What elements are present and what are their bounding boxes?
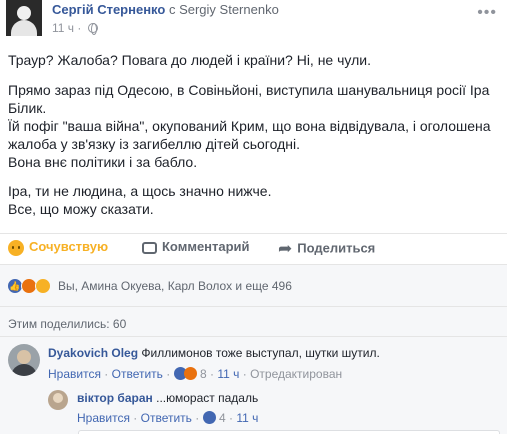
post-line: Білик.	[8, 100, 47, 116]
comment-author-name[interactable]: Dyakovich Oleg	[48, 346, 138, 360]
post-paragraph-3: Іра, ти не людина, а щось значно нижче. …	[8, 182, 498, 218]
comment-label: Комментарий	[162, 239, 250, 254]
sympathy-label: Сочувствую	[29, 239, 109, 254]
post-line: Прямо зараз під Одесою, в Совіньйоні, ви…	[8, 82, 490, 98]
reactions-summary: 👍 Вы, Амина Окуева, Карл Волох и еще 496	[0, 264, 507, 306]
author-connector: с	[168, 2, 176, 17]
tagged-person[interactable]: Sergiy Sternenko	[179, 2, 279, 17]
post-meta: 11 ч ·	[52, 21, 98, 35]
post-time[interactable]: 11 ч	[52, 21, 74, 35]
post-line: Вона внє політики і за бабло.	[8, 154, 198, 170]
sad-reaction-icon[interactable]	[35, 278, 51, 294]
comment-reaction-count[interactable]: 8	[200, 367, 207, 381]
author-line: Сергій Стерненко с Sergiy Sternenko	[52, 2, 279, 17]
more-options-icon[interactable]: •••	[477, 4, 497, 22]
comments-section: Dyakovich Oleg Филлимонов тоже выступал,…	[0, 336, 507, 434]
reply-like-link[interactable]: Нравится	[77, 411, 130, 425]
author-name[interactable]: Сергій Стерненко	[52, 2, 165, 17]
reply-input-field[interactable]	[78, 430, 500, 434]
comment-reply-link[interactable]: Ответить	[112, 367, 163, 381]
post-line: Іра, ти не людина, а щось значно нижче.	[8, 183, 272, 199]
reply-body: віктор баран ...юмораст падаль	[77, 391, 258, 405]
share-arrow-icon: ➦	[278, 239, 293, 258]
reply-text: ...юмораст падаль	[156, 391, 259, 405]
like-reaction-icon	[202, 411, 216, 424]
shares-summary: Этим поделились: 60	[0, 306, 507, 336]
share-button[interactable]: ➦ Поделиться	[278, 239, 375, 259]
sympathy-button[interactable]: Сочувствую	[8, 239, 108, 256]
comment-author-avatar[interactable]	[8, 344, 40, 376]
reply-actions: Нравится · Ответить · 4 · 11 ч	[77, 411, 259, 425]
comment-body: Dyakovich Oleg Филлимонов тоже выступал,…	[48, 346, 380, 360]
post-header: Сергій Стерненко с Sergiy Sternenko 11 ч…	[0, 0, 507, 40]
comment-text: Филлимонов тоже выступал, шутки шутил.	[141, 346, 380, 360]
post-paragraph-2: Прямо зараз під Одесою, в Совіньйоні, ви…	[8, 81, 498, 171]
post-paragraph-1: Траур? Жалоба? Повага до людей і країни?…	[8, 51, 498, 69]
reply-time[interactable]: 11 ч	[236, 411, 258, 425]
reactors-list[interactable]: Вы, Амина Окуева, Карл Волох и еще 496	[58, 279, 292, 293]
shares-count[interactable]: Этим поделились: 60	[8, 317, 126, 331]
angry-reaction-icon	[183, 367, 197, 380]
reply-author-avatar[interactable]	[48, 390, 68, 410]
reply-reply-link[interactable]: Ответить	[141, 411, 192, 425]
comment-actions: Нравится · Ответить · 8 · 11 ч · Отредак…	[48, 367, 343, 381]
post-line: Траур? Жалоба? Повага до людей і країни?…	[8, 52, 371, 68]
separator: ·	[77, 21, 82, 35]
share-label: Поделиться	[297, 240, 376, 256]
post-line: Їй пофіг "ваша війна", окупований Крим, …	[8, 118, 491, 134]
reply-author-name[interactable]: віктор баран	[77, 391, 153, 405]
comment-edited-label[interactable]: Отредактирован	[250, 367, 342, 381]
comment-button[interactable]: Комментарий	[142, 239, 250, 254]
post-line: Все, що можу сказати.	[8, 201, 154, 217]
comment-like-link[interactable]: Нравится	[48, 367, 101, 381]
post-action-bar: Сочувствую Комментарий ➦ Поделиться	[0, 233, 507, 263]
comment-icon	[142, 241, 157, 254]
sad-reaction-icon	[8, 239, 24, 256]
reply-reaction-count[interactable]: 4	[219, 411, 226, 425]
author-avatar[interactable]	[6, 0, 42, 36]
globe-icon	[87, 23, 98, 35]
comment-time[interactable]: 11 ч	[217, 367, 239, 381]
post-line: жалоба у зв'язку із загибеллю дітей сьог…	[8, 136, 300, 152]
